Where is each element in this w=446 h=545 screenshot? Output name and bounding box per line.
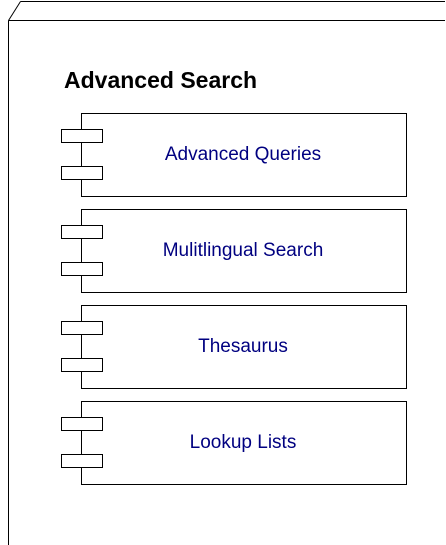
component-multilingual-search[interactable]: Mulitlingual Search bbox=[80, 209, 406, 293]
package-title: Advanced Search bbox=[64, 67, 258, 93]
package-slant-edge bbox=[8, 1, 21, 21]
component-lookup-lists[interactable]: Lookup Lists bbox=[80, 401, 406, 485]
component-advanced-queries[interactable]: Advanced Queries bbox=[80, 113, 406, 197]
component-label: Advanced Queries bbox=[164, 144, 322, 165]
component-label: Mulitlingual Search bbox=[162, 240, 324, 261]
component-thesaurus[interactable]: Thesaurus bbox=[80, 305, 406, 389]
component-label: Thesaurus bbox=[198, 336, 288, 357]
component-label: Lookup Lists bbox=[189, 432, 297, 453]
